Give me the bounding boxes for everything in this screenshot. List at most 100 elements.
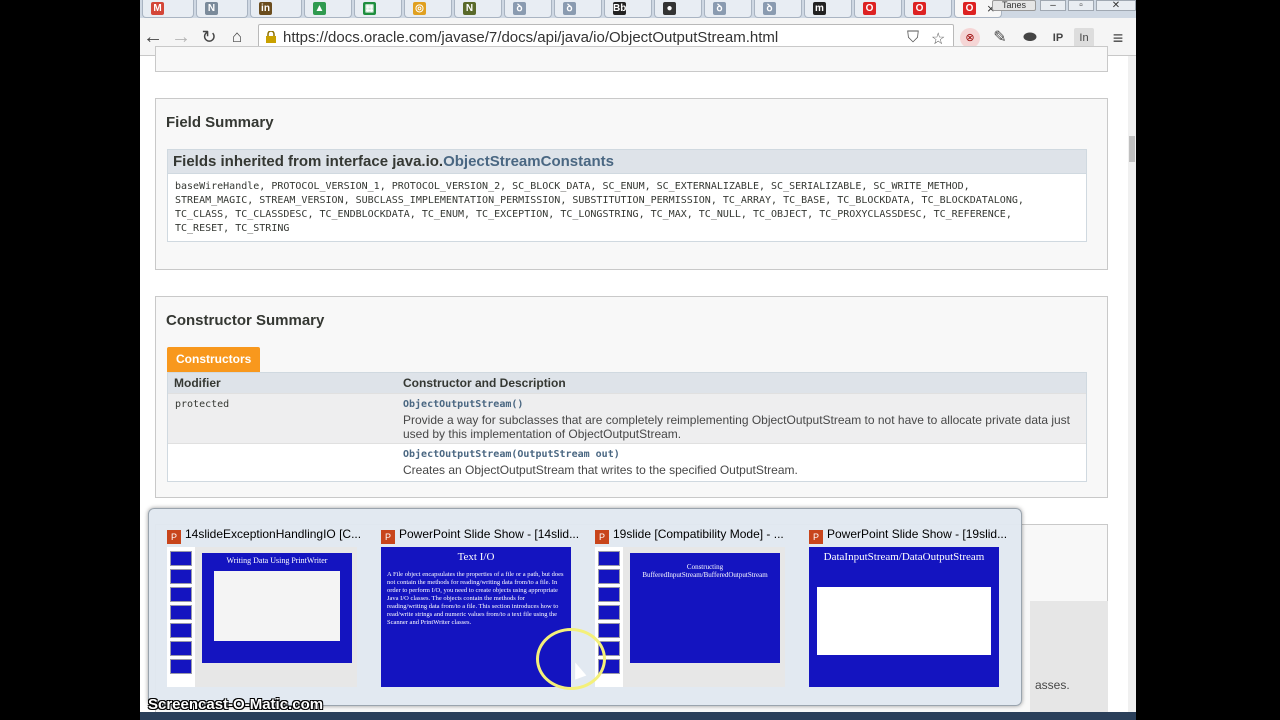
minimize-button[interactable]: – [1040, 0, 1066, 11]
ip-icon[interactable]: IP [1048, 28, 1068, 48]
blackboard-icon: Bb [613, 2, 627, 15]
slide-title: Constructing BufferedInputStream/Buffere… [642, 563, 768, 579]
peek-text: asses. [1035, 678, 1070, 692]
tab-chrome[interactable]: ◎ [404, 0, 452, 18]
preview-thumbnail: DataInputStream/DataOutputStream [809, 547, 999, 687]
eyedropper-icon[interactable]: ✎ [990, 28, 1010, 48]
watermark: Screencast-O-Matic.com [148, 696, 324, 713]
drive-icon: ▲ [313, 2, 326, 15]
sheets-icon: ▦ [363, 2, 376, 15]
home-icon[interactable]: ⌂ [226, 26, 248, 48]
tab-page-b[interactable]: ꝺ [554, 0, 602, 18]
tab-page-a[interactable]: ꝺ [504, 0, 552, 18]
page-icon: ꝺ [763, 2, 776, 15]
constructor-link[interactable]: ObjectOutputStream() [403, 399, 523, 410]
preview-thumbnail: Writing Data Using PrintWriter [167, 547, 357, 687]
inherited-fields-box: Fields inherited from interface java.io.… [167, 149, 1087, 242]
oracle-icon: O [863, 2, 876, 15]
tab-blackboard[interactable]: Bb [604, 0, 652, 18]
previous-block [155, 46, 1108, 72]
gmail-icon: M [151, 2, 164, 15]
slide: Constructing BufferedInputStream/Buffere… [630, 553, 780, 663]
tab-gmail[interactable]: M [142, 0, 194, 18]
row-description: Provide a way for subclasses that are co… [403, 413, 1071, 441]
tab-sheets[interactable]: ▦ [354, 0, 402, 18]
lock-icon [266, 31, 276, 43]
window-close-button[interactable]: ✕ [1096, 0, 1136, 11]
maximize-button[interactable]: ▫ [1068, 0, 1094, 11]
fields-line[interactable]: baseWireHandle, PROTOCOL_VERSION_1, PROT… [175, 180, 1079, 194]
powerpoint-icon: P [595, 530, 609, 544]
col-description: Constructor and Description [403, 376, 566, 390]
url-text: https://docs.oracle.com/javase/7/docs/ap… [283, 29, 779, 46]
chrome-icon: ◎ [413, 2, 426, 15]
constructors-tab: Constructors [167, 347, 261, 372]
tab-oracle-b[interactable]: O [904, 0, 952, 18]
fields-line[interactable]: TC_CLASS, TC_CLASSDESC, TC_ENDBLOCKDATA,… [175, 208, 1079, 222]
tab-n2[interactable]: N [454, 0, 502, 18]
github-icon: ● [663, 2, 676, 15]
preview-title: 14slideExceptionHandlingIO [C... [185, 527, 362, 541]
tab-drive[interactable]: ▲ [304, 0, 352, 18]
slide-title: DataInputStream/DataOutputStream [823, 551, 985, 563]
object-stream-constants-link[interactable]: ObjectStreamConstants [443, 153, 614, 170]
tab-strip: M N in ▲ ▦ ◎ N ꝺ ꝺ Bb ● ꝺ ꝺ m O O O × Tan… [140, 0, 1136, 18]
adblock-icon[interactable]: ⊗ [960, 28, 980, 48]
shield-icon[interactable]: ⛉ [907, 29, 919, 47]
n-icon: N [205, 2, 218, 15]
back-icon[interactable]: ← [142, 26, 164, 48]
extension-icon[interactable]: ⬬ [1020, 28, 1040, 48]
in-icon[interactable]: In [1074, 28, 1094, 48]
inherited-fields-heading: Fields inherited from interface java.io.… [168, 150, 1086, 174]
field-summary-block: Field Summary Fields inherited from inte… [155, 98, 1108, 270]
tab-linkedin[interactable]: in [250, 0, 302, 18]
tab-m[interactable]: m [804, 0, 852, 18]
slide: Writing Data Using PrintWriter [202, 553, 352, 663]
m-icon: m [813, 2, 826, 15]
constructor-summary-heading: Constructor Summary [166, 312, 325, 329]
user-badge[interactable]: Tanes [992, 0, 1036, 11]
slide-title: Writing Data Using PrintWriter [226, 556, 328, 565]
table-row: protected ObjectOutputStream() Provide a… [168, 393, 1086, 443]
slide-panel [167, 547, 195, 687]
inherited-prefix: Fields inherited from interface java.io. [173, 153, 444, 170]
inherited-fields-list: baseWireHandle, PROTOCOL_VERSION_1, PROT… [168, 174, 1086, 242]
tab-n[interactable]: N [196, 0, 248, 18]
col-modifier: Modifier [174, 376, 221, 390]
slide-body: A File object encapsulates the propertie… [387, 571, 564, 626]
tab-oracle-a[interactable]: O [854, 0, 902, 18]
slide-diagram [817, 587, 991, 655]
preview-title: 19slide [Compatibility Mode] - ... [613, 527, 784, 541]
slide-editor: Constructing BufferedInputStream/Buffere… [625, 547, 785, 687]
slide-editor: Writing Data Using PrintWriter [197, 547, 357, 687]
oracle-icon: O [913, 2, 926, 15]
tab-github[interactable]: ● [654, 0, 702, 18]
table-row: ObjectOutputStream(OutputStream out) Cre… [168, 443, 1086, 481]
constructor-summary-block: Constructor Summary Constructors Modifie… [155, 296, 1108, 498]
constructor-table: Modifier Constructor and Description pro… [167, 372, 1087, 482]
powerpoint-icon: P [381, 530, 395, 544]
slide-title: Text I/O [457, 551, 495, 563]
page-icon: ꝺ [513, 2, 526, 15]
tab-page-d[interactable]: ꝺ [754, 0, 802, 18]
row-description: Creates an ObjectOutputStream that write… [403, 463, 798, 477]
menu-icon[interactable]: ≡ [1108, 28, 1128, 48]
slide-table [214, 571, 340, 641]
fields-line[interactable]: TC_RESET, TC_STRING [175, 222, 1079, 236]
cursor-highlight [536, 628, 606, 690]
field-summary-heading: Field Summary [166, 114, 274, 131]
page-scrollbar[interactable] [1128, 56, 1136, 720]
n2-icon: N [463, 2, 476, 15]
preview-thumbnail: Constructing BufferedInputStream/Buffere… [595, 547, 785, 687]
constructor-link[interactable]: ObjectOutputStream(OutputStream out) [403, 449, 620, 460]
powerpoint-icon: P [809, 530, 823, 544]
fields-line[interactable]: STREAM_MAGIC, STREAM_VERSION, SUBCLASS_I… [175, 194, 1079, 208]
preview-title: PowerPoint Slide Show - [19slid... [827, 527, 1008, 541]
page-icon: ꝺ [713, 2, 726, 15]
forward-icon[interactable]: → [170, 26, 192, 48]
linkedin-icon: in [259, 2, 272, 15]
reload-icon[interactable]: ↻ [198, 26, 220, 48]
scroll-thumb[interactable] [1129, 136, 1135, 162]
row-modifier: protected [175, 399, 230, 410]
tab-page-c[interactable]: ꝺ [704, 0, 752, 18]
